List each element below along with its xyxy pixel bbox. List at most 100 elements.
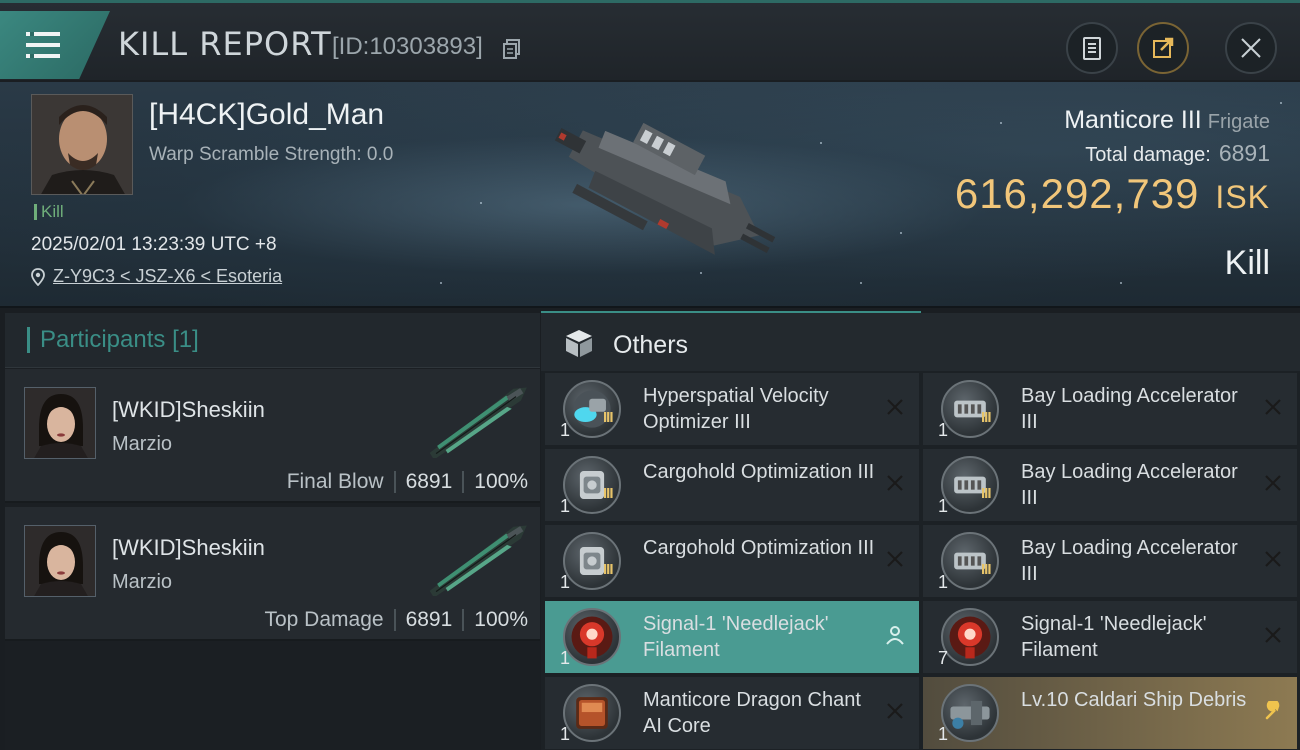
others-panel: Others 1 III Hyperspatial Velocity Optim…: [541, 311, 1300, 750]
participants-panel: Participants [1] [WKID]Sheskiin Marzio F…: [5, 313, 540, 750]
item-row[interactable]: 1 III Cargohold Optimization III: [545, 525, 919, 597]
close-icon[interactable]: [1263, 473, 1283, 493]
item-row[interactable]: 1 Lv.10 Caldari Ship Debris: [923, 677, 1297, 749]
participants-count: [1]: [172, 326, 199, 353]
close-icon[interactable]: [885, 473, 905, 493]
item-quantity: 1: [938, 724, 949, 744]
item-name: Signal-1 'Needlejack' Filament: [1021, 613, 1207, 661]
total-damage-label: Total damage:: [1085, 144, 1211, 166]
cargo-box-icon: [566, 330, 592, 357]
tab-accent-line: [541, 311, 921, 313]
participant-card[interactable]: [WKID]Sheskiin Marzio Final Blow 6891 10…: [5, 369, 540, 503]
ship-debris-icon: [941, 684, 999, 742]
item-quantity: 1: [560, 420, 571, 440]
copy-icon[interactable]: [503, 39, 521, 59]
wrench-icon[interactable]: [1263, 701, 1283, 721]
participant-damage-percent: 100%: [474, 470, 528, 493]
close-icon[interactable]: [1263, 397, 1283, 417]
ai-core-icon: [563, 684, 621, 742]
others-header: Others: [541, 311, 1300, 371]
participant-avatar[interactable]: [24, 525, 96, 597]
victim-pilot-name[interactable]: [H4CK]Gold_Man: [149, 98, 384, 132]
victim-ship-name[interactable]: Manticore III Frigate: [1064, 106, 1270, 135]
item-tier: III: [603, 561, 613, 578]
close-button[interactable]: [1225, 22, 1277, 74]
item-quantity: 1: [560, 648, 571, 668]
isk-value: 616,292,739 ISK: [955, 170, 1270, 218]
item-tier: III: [981, 485, 991, 502]
close-icon[interactable]: [1263, 549, 1283, 569]
item-row[interactable]: 1 III Bay Loading Accelerator III: [923, 449, 1297, 521]
item-row[interactable]: 1 Signal-1 'Needlejack' Filament: [545, 601, 919, 673]
kill-location[interactable]: Z-Y9C3 < JSZ-X6 < Esoteria: [31, 266, 282, 287]
clipboard-icon: [1083, 37, 1101, 60]
filament-icon: [563, 608, 621, 666]
outcome-label: Kill: [1224, 244, 1270, 282]
item-row[interactable]: 1 III Bay Loading Accelerator III: [923, 525, 1297, 597]
location-link[interactable]: Z-Y9C3 < JSZ-X6 < Esoteria: [53, 266, 282, 287]
item-name: Hyperspatial Velocity Optimizer III: [643, 385, 829, 433]
isk-unit: ISK: [1215, 179, 1270, 215]
ship-name-text: Manticore III: [1064, 106, 1202, 134]
clipboard-button[interactable]: [1066, 22, 1118, 74]
item-tier: III: [603, 409, 613, 426]
item-quantity: 1: [938, 496, 949, 516]
item-name: Manticore Dragon Chant AI Core: [643, 689, 861, 737]
item-tier: III: [981, 409, 991, 426]
top-bar: KILL REPORT [ID:10303893]: [0, 0, 1300, 80]
item-row[interactable]: 1 III Hyperspatial Velocity Optimizer II…: [545, 373, 919, 445]
participant-corp: Marzio: [112, 571, 173, 593]
item-quantity: 1: [560, 724, 571, 744]
participant-avatar[interactable]: [24, 387, 96, 459]
participant-name[interactable]: [WKID]Sheskiin: [112, 535, 265, 561]
divider: [393, 609, 396, 631]
total-damage-value: 6891: [1218, 140, 1270, 166]
item-tier: III: [603, 485, 613, 502]
item-quantity: 1: [560, 496, 571, 516]
participant-ship-image: [429, 387, 527, 458]
kill-timestamp: 2025/02/01 13:23:39 UTC +8: [31, 234, 277, 255]
close-icon[interactable]: [885, 701, 905, 721]
menu-button[interactable]: [0, 11, 110, 79]
participant-damage-percent: 100%: [474, 608, 528, 631]
warp-scramble-strength: Warp Scramble Strength: 0.0: [149, 144, 394, 165]
item-row[interactable]: 7 Signal-1 'Needlejack' Filament: [923, 601, 1297, 673]
pilot-portrait-icon: [25, 526, 95, 596]
divider: [462, 471, 465, 493]
close-icon[interactable]: [885, 549, 905, 569]
location-pin-icon: [31, 267, 45, 286]
close-icon[interactable]: [885, 397, 905, 417]
item-name: Cargohold Optimization III: [643, 461, 875, 483]
item-name: Signal-1 'Needlejack' Filament: [643, 613, 829, 661]
pilot-portrait-icon: [25, 388, 95, 458]
participant-role: Final Blow: [286, 470, 384, 493]
item-quantity: 1: [938, 420, 949, 440]
participant-name[interactable]: [WKID]Sheskiin: [112, 397, 265, 423]
close-icon: [1241, 38, 1261, 58]
ship-class: Frigate: [1207, 111, 1270, 133]
victim-avatar[interactable]: [31, 94, 133, 195]
close-icon[interactable]: [1263, 625, 1283, 645]
participant-corp: Marzio: [112, 433, 173, 455]
isk-amount: 616,292,739: [954, 170, 1200, 217]
item-name: Lv.10 Caldari Ship Debris: [1021, 689, 1247, 711]
participants-title-text: Participants: [40, 326, 166, 353]
participants-header[interactable]: Participants [1]: [5, 313, 540, 368]
person-icon[interactable]: [885, 625, 905, 645]
divider: [462, 609, 465, 631]
item-quantity: 1: [938, 572, 949, 592]
share-button[interactable]: [1137, 22, 1189, 74]
participant-damage: 6891: [405, 608, 453, 631]
participant-stats: Top Damage 6891 100%: [264, 608, 528, 632]
item-name: Bay Loading Accelerator III: [1021, 385, 1238, 433]
participant-card[interactable]: [WKID]Sheskiin Marzio Top Damage 6891 10…: [5, 507, 540, 641]
participant-damage: 6891: [405, 470, 453, 493]
item-row[interactable]: 1 Manticore Dragon Chant AI Core: [545, 677, 919, 749]
item-row[interactable]: 1 III Bay Loading Accelerator III: [923, 373, 1297, 445]
filament-icon: [941, 608, 999, 666]
kill-summary-panel: [H4CK]Gold_Man Warp Scramble Strength: 0…: [0, 82, 1300, 308]
others-title: Others: [613, 331, 689, 359]
item-row[interactable]: 1 III Cargohold Optimization III: [545, 449, 919, 521]
page-title: KILL REPORT: [118, 25, 332, 63]
participant-role: Top Damage: [264, 608, 384, 631]
